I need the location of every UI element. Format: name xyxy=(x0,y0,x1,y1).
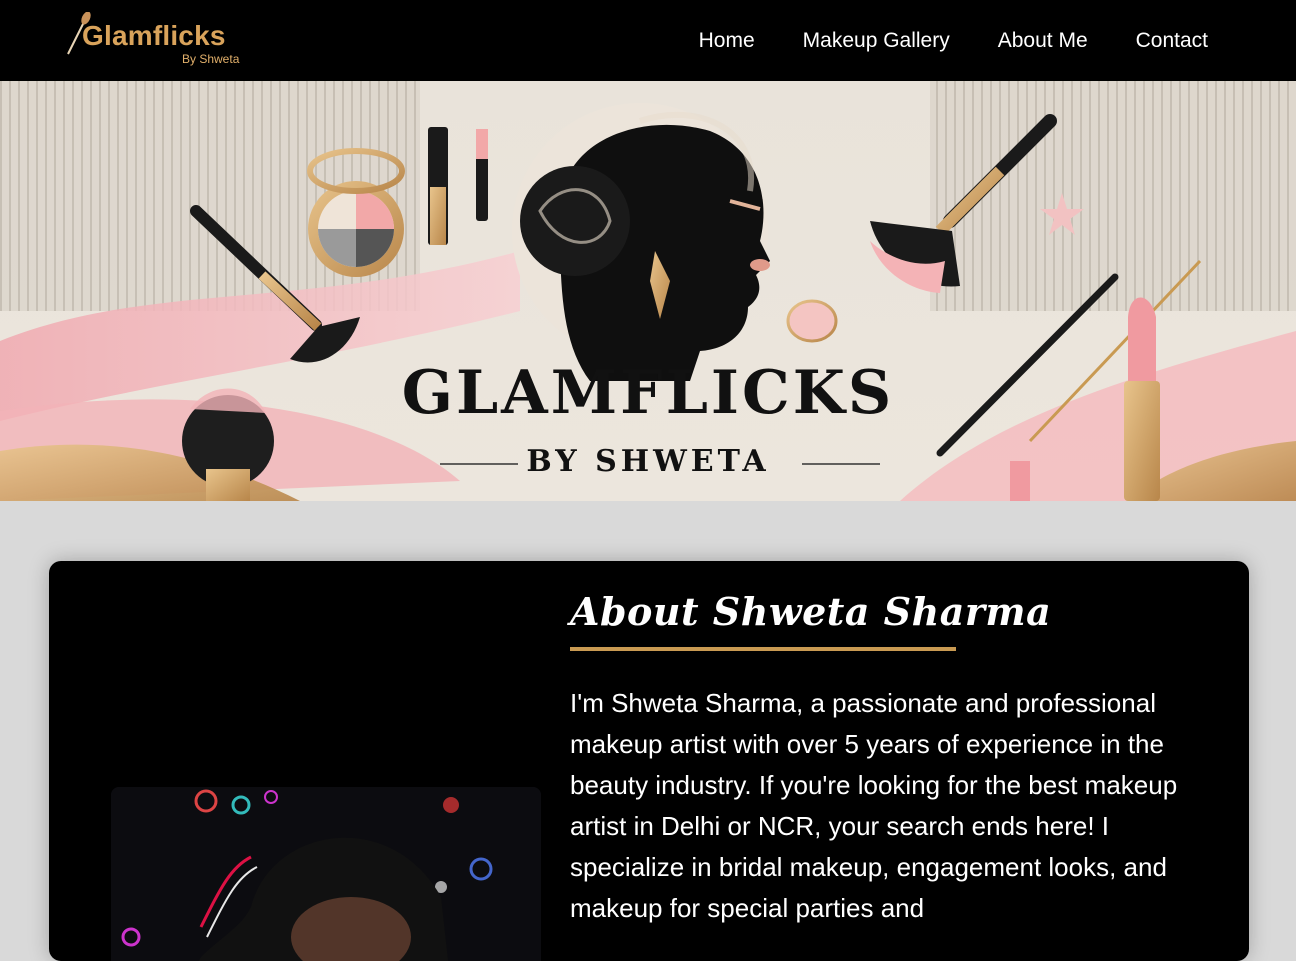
main-nav: Home Makeup Gallery About Me Contact xyxy=(699,0,1208,81)
brand-tagline: By Shweta xyxy=(182,52,240,66)
about-card: About Shweta Sharma I'm Shweta Sharma, a… xyxy=(49,561,1249,961)
profile-photo xyxy=(111,787,541,961)
nav-contact[interactable]: Contact xyxy=(1136,29,1208,53)
about-body-text: I'm Shweta Sharma, a passionate and prof… xyxy=(570,688,1178,923)
nav-home[interactable]: Home xyxy=(699,29,755,53)
banner-title: GLAMFLICKS xyxy=(401,358,895,428)
nav-makeup-gallery[interactable]: Makeup Gallery xyxy=(803,29,950,53)
brand-logo[interactable]: Glamflicks By Shweta xyxy=(64,12,264,70)
nav-about-me[interactable]: About Me xyxy=(998,29,1088,53)
banner-artwork xyxy=(0,81,1296,501)
site-header: Glamflicks By Shweta Home Makeup Gallery… xyxy=(0,0,1296,81)
banner-subtitle: BY SHWETA xyxy=(526,444,770,479)
heading-underline xyxy=(570,647,956,651)
photo-artwork xyxy=(111,787,541,961)
hero-banner: GLAMFLICKS BY SHWETA xyxy=(0,81,1296,501)
brand-name: Glamflicks xyxy=(82,20,226,51)
about-heading: About Shweta Sharma xyxy=(570,589,1052,634)
